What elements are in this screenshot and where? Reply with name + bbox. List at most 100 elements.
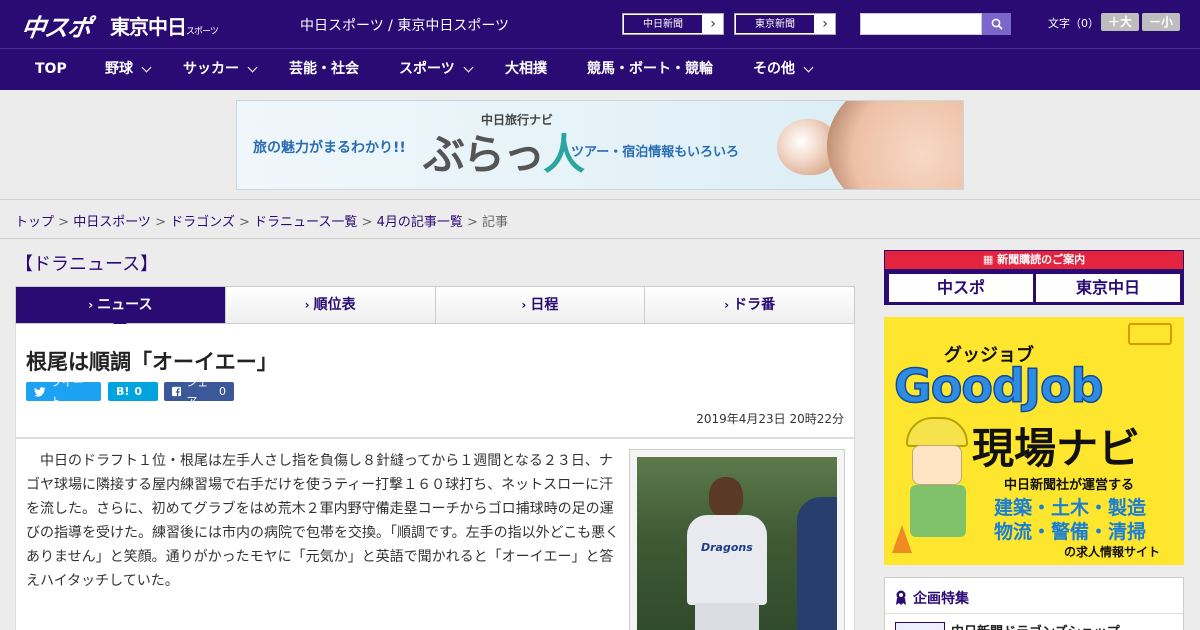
font-larger-button[interactable]: ＋大 [1101, 13, 1139, 31]
worker-body [910, 485, 966, 537]
font-smaller-button[interactable]: －小 [1142, 13, 1180, 31]
breadcrumb-separator: > [357, 215, 377, 230]
facebook-share-button[interactable]: シェア 0 [164, 376, 234, 408]
banner-area: 旅の魅力がまるわかり!! 中日旅行ナビ ぶらっ人 ツアー・宿泊情報もいろいろ [0, 90, 1200, 200]
hatena-icon: B! [116, 385, 130, 398]
article-header: 根尾は順調「オーイエー」 ツイート B! 0 シェア 0 2019年4月23日 … [15, 324, 855, 438]
nav-item-entertainment[interactable]: 芸能・社会 [289, 49, 359, 90]
tab-schedule[interactable]: › 日程 [435, 287, 646, 323]
tab-label: ドラ番 [733, 297, 776, 313]
breadcrumb-april-list[interactable]: 4月の記事一覧 [377, 215, 463, 230]
breadcrumb-top[interactable]: トップ [15, 215, 54, 230]
hatena-bookmark-button[interactable]: B! 0 [108, 382, 158, 401]
nav-label: TOP [35, 61, 67, 77]
nav-label: スポーツ [399, 61, 455, 77]
tab-standings[interactable]: › 順位表 [225, 287, 436, 323]
breadcrumb-dragons[interactable]: ドラゴンズ [170, 215, 235, 230]
subscription-title: ▦ 新聞購読のご案内 [885, 251, 1183, 269]
tweet-label: ツイート [50, 375, 84, 408]
feature-thumbnail[interactable] [895, 622, 945, 630]
subscribe-chuspo-logo[interactable]: 中スポ [889, 274, 1033, 302]
hatena-count: 0 [134, 385, 143, 398]
top-bar: 中スポ 東京中日スポーツ 中日スポーツ / 東京中日スポーツ 中日新聞 › 東京… [0, 0, 1200, 48]
tokyo-shimbun-link[interactable]: 東京新聞 › [734, 13, 836, 35]
chuspo-logo[interactable]: 中スポ [20, 8, 94, 43]
chunichi-shimbun-link[interactable]: 中日新聞 › [622, 13, 724, 35]
subscribe-tokyo-chunichi-logo[interactable]: 東京中日 [1036, 274, 1180, 302]
breadcrumb-separator: > [54, 215, 74, 230]
tab-news[interactable]: › ニュース [16, 287, 226, 330]
article-body: 中日のドラフト１位・根尾は左手人さし指を負傷し８針縫ってから１週間となる２３日、… [15, 438, 855, 630]
section-title: 【ドラニュース】 [15, 254, 159, 275]
tokyo-shimbun-label: 東京新聞 [735, 14, 815, 34]
breadcrumb: トップ > 中日スポーツ > ドラゴンズ > ドラニュース一覧 > 4月の記事一… [15, 211, 508, 230]
tweet-button[interactable]: ツイート [26, 376, 101, 408]
goodjob-line3: 物流・警備・清掃 [994, 521, 1147, 543]
feature-item-link[interactable]: 中日新聞ドラゴンズショップ [951, 621, 1120, 630]
nav-label: サッカー [183, 61, 239, 77]
article-headline: 根尾は順調「オーイエー」 [26, 350, 278, 374]
article-text: 中日のドラフト１位・根尾は左手人さし指を負傷し８針縫ってから１週間となる２３日、… [26, 453, 620, 589]
travel-navi-banner[interactable]: 旅の魅力がまるわかり!! 中日旅行ナビ ぶらっ人 ツアー・宿泊情報もいろいろ [236, 100, 964, 190]
article-photo-frame[interactable]: Dragons [629, 449, 845, 630]
news-tabs: › ニュース › 順位表 › 日程 › ドラ番 [15, 286, 855, 330]
tab-dora-ban[interactable]: › ドラ番 [645, 287, 854, 323]
breadcrumb-current: 記事 [482, 215, 509, 230]
nav-label: 野球 [105, 61, 133, 77]
nav-item-sports[interactable]: スポーツ [399, 49, 474, 90]
worker-illustration [906, 417, 972, 537]
newspaper-icon: ▦ [982, 253, 998, 266]
tab-label: 順位表 [313, 297, 356, 313]
breadcrumb-news-list[interactable]: ドラニュース一覧 [254, 215, 357, 230]
feature-title: 企画特集 [895, 588, 969, 608]
goodjob-line2: 建築・土木・製造 [994, 497, 1147, 519]
search-button[interactable] [982, 13, 1011, 35]
font-size-label: 文字（0） [1048, 17, 1099, 30]
goodjob-line4: の求人情報サイト [1064, 545, 1161, 559]
facebook-icon [172, 386, 182, 397]
divider [885, 613, 1183, 614]
nav-item-other[interactable]: その他 [753, 49, 814, 90]
subscription-title-text: 新聞購読のご案内 [997, 253, 1086, 266]
subscription-box[interactable]: ▦ 新聞購読のご案内 中スポ 東京中日 [884, 250, 1184, 305]
nav-label: 大相撲 [505, 61, 547, 77]
nav-item-soccer[interactable]: サッカー [183, 49, 258, 90]
chevron-right-icon: › [724, 298, 730, 312]
nav-item-sumo[interactable]: 大相撲 [505, 49, 547, 90]
tab-label: 日程 [530, 297, 559, 313]
facebook-label: シェア [186, 375, 209, 408]
goodjob-title: GoodJob [893, 358, 1104, 414]
nav-label: その他 [753, 61, 795, 77]
jersey-text: Dragons [701, 541, 753, 554]
chevron-right-icon: › [710, 16, 716, 32]
nav-item-racing[interactable]: 競馬・ボート・競輪 [587, 49, 713, 90]
search-input[interactable] [860, 13, 982, 35]
tokyo-chunichi-logo[interactable]: 東京中日スポーツ [110, 11, 219, 40]
goodjob-line1: 中日新聞社が運営する [1004, 478, 1135, 493]
facebook-count: 0 [219, 385, 226, 398]
chevron-down-icon [803, 62, 814, 73]
twitter-icon [34, 386, 46, 397]
nav-item-top[interactable]: TOP [35, 49, 67, 90]
goodjob-ad[interactable]: グッジョブ GoodJob 現場ナビ 中日新聞社が運営する 建築・土木・製造 物… [884, 317, 1184, 565]
main-nav: TOP 野球 サッカー 芸能・社会 スポーツ 大相撲 競馬・ボート・競輪 その他 [0, 48, 1200, 90]
player-pants [695, 603, 759, 630]
article-photo: Dragons [637, 457, 837, 630]
nav-item-baseball[interactable]: 野球 [105, 49, 152, 90]
tokyo-chunichi-logo-sub: スポーツ [186, 27, 219, 37]
divider [0, 238, 1200, 239]
chevron-right-icon: › [822, 16, 828, 32]
chevron-down-icon [463, 62, 474, 73]
article-date: 2019年4月23日 20時22分 [696, 412, 844, 426]
chevron-right-icon: › [304, 298, 310, 312]
tab-label: ニュース [97, 297, 153, 313]
chevron-down-icon [247, 62, 258, 73]
breadcrumb-chunichi-sports[interactable]: 中日スポーツ [73, 215, 151, 230]
feature-box: 企画特集 中日新聞ドラゴンズショップ [884, 577, 1184, 630]
breadcrumb-separator: > [462, 215, 483, 230]
worker-face [912, 445, 962, 485]
site-name: 中日スポーツ / 東京中日スポーツ [300, 18, 510, 34]
breadcrumb-separator: > [150, 215, 171, 230]
coach-figure [797, 497, 837, 630]
chevron-down-icon [141, 62, 152, 73]
